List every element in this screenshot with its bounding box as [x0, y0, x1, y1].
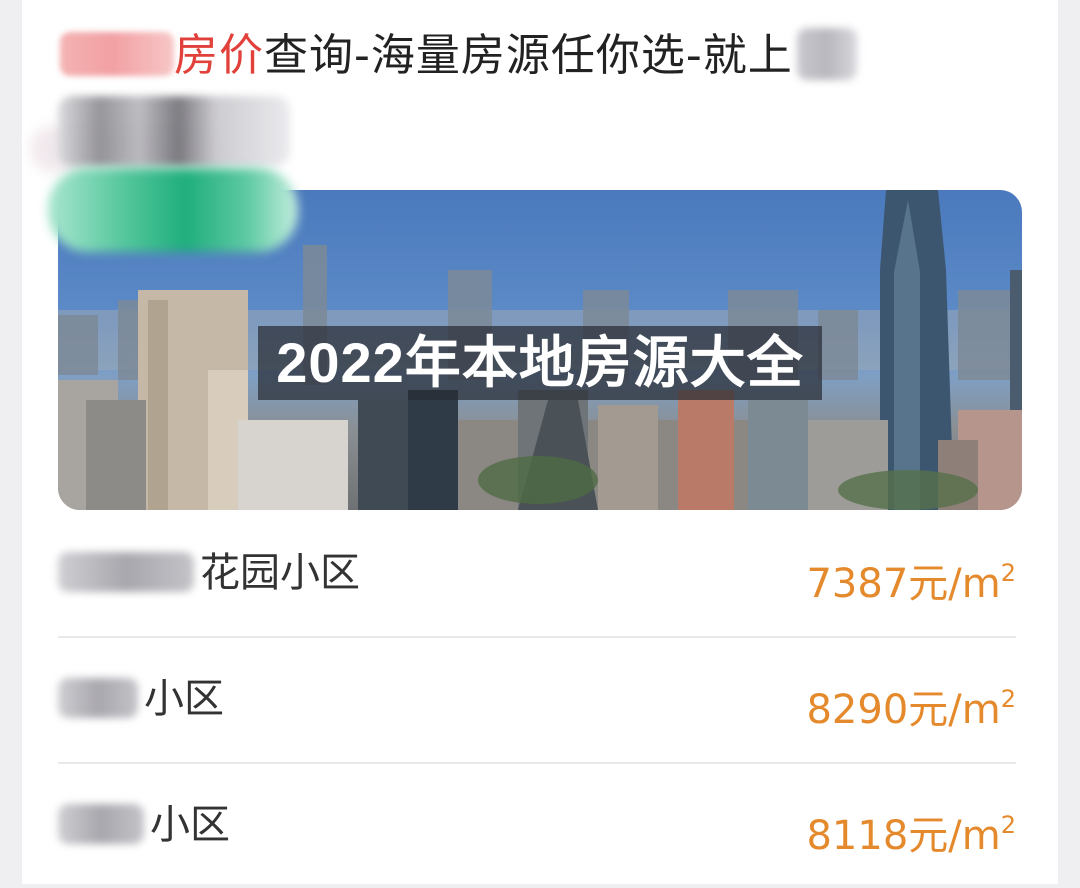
- price-unit: 元/m: [908, 813, 1001, 859]
- price-unit: 元/m: [908, 687, 1001, 733]
- headline-text: 查询-海量房源任你选-就上: [264, 30, 793, 81]
- list-item[interactable]: 小区 8290元/m2: [58, 638, 1016, 764]
- community-name: 花园小区: [58, 546, 360, 600]
- community-name-suffix: 小区: [150, 802, 230, 848]
- community-name: 小区: [58, 798, 230, 852]
- banner-title: 2022年本地房源大全: [258, 326, 822, 400]
- masked-city-name: [60, 32, 174, 76]
- price-unit-superscript: 2: [1000, 559, 1016, 587]
- masked-site-name: [796, 28, 857, 80]
- community-name-suffix: 花园小区: [200, 550, 360, 596]
- masked-community-prefix: [58, 552, 194, 592]
- price-unit-superscript: 2: [1000, 811, 1016, 839]
- listing-list: 花园小区 7387元/m2 小区 8290元/m2 小区 8118元/m2: [58, 512, 1016, 888]
- community-name-suffix: 小区: [144, 676, 224, 722]
- headline-highlight: 房价: [174, 30, 264, 81]
- masked-green-overlay: [48, 168, 298, 252]
- price-unit: 元/m: [908, 561, 1001, 607]
- list-item[interactable]: 小区 8118元/m2: [58, 764, 1016, 888]
- ad-headline[interactable]: 房价查询-海量房源任你选-就上: [60, 18, 1020, 94]
- price-value: 8290: [806, 687, 909, 733]
- masked-community-prefix: [58, 804, 144, 844]
- list-item[interactable]: 花园小区 7387元/m2: [58, 512, 1016, 638]
- price-value: 7387: [806, 561, 909, 607]
- community-price: 7387元/m2: [806, 546, 1016, 611]
- community-name: 小区: [58, 672, 224, 726]
- community-price: 8290元/m2: [806, 672, 1016, 737]
- price-value: 8118: [806, 813, 909, 859]
- masked-second-line: [58, 96, 290, 166]
- price-unit-superscript: 2: [1000, 685, 1016, 713]
- masked-community-prefix: [58, 678, 138, 718]
- community-price: 8118元/m2: [806, 798, 1016, 863]
